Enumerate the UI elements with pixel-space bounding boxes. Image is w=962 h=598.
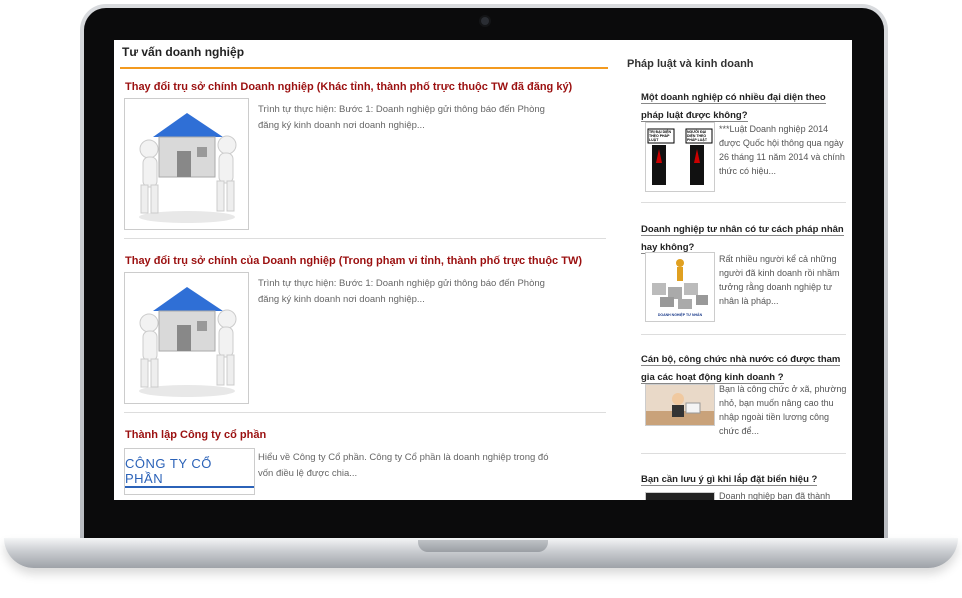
article-summary: Trình tự thực hiện: Bước 1: Doanh nghiệp…: [258, 278, 545, 305]
officials-business-image[interactable]: [645, 384, 715, 426]
sidebar-item-title[interactable]: Doanh nghiệp tư nhân có tư cách pháp nhâ…: [641, 224, 844, 254]
sidebar-item: Bạn cần lưu ý gì khi lắp đặt biển hiệu ?: [641, 469, 846, 487]
sidebar-item-summary: Doanh nghiệp bạn đã thành: [719, 491, 831, 500]
camera-icon: [481, 17, 489, 25]
puzzle-icon: [646, 253, 714, 321]
right-sidebar: Pháp luật và kinh doanh Một doanh nghiệp…: [619, 40, 852, 500]
article-title[interactable]: Thay đổi trụ sở chính Doanh nghiệp (Khác…: [125, 81, 572, 93]
sidebar-item-title[interactable]: Một doanh nghiệp có nhiều đại diện theo …: [641, 92, 826, 122]
sidebar-item-summary: Rất nhiều người kể cả những người đã kin…: [719, 254, 840, 306]
article-summary: Trình tự thực hiện: Bước 1: Doanh nghiệp…: [258, 104, 545, 131]
sidebar-divider: [641, 334, 846, 335]
sidebar-title: Pháp luật và kinh doanh: [627, 58, 754, 70]
article-summary: Hiểu về Công ty Cổ phần. Công ty Cổ phần…: [258, 452, 549, 479]
signboard-image[interactable]: [645, 492, 715, 500]
representatives-label-right: NGƯỜI ĐẠI DIỆN THEO PHÁP LUẬT: [687, 130, 707, 142]
private-enterprise-caption: DOANH NGHIỆP TƯ NHÂN: [657, 313, 703, 317]
house-movers-icon: [125, 273, 248, 403]
private-enterprise-image[interactable]: DOANH NGHIỆP TƯ NHÂN: [645, 252, 715, 322]
house-movers-image[interactable]: [124, 272, 249, 404]
sidebar-item: Một doanh nghiệp có nhiều đại diện theo …: [641, 87, 846, 123]
sidebar-item: Doanh nghiệp tư nhân có tư cách pháp nhâ…: [641, 219, 846, 255]
section-rule: [120, 67, 608, 69]
screen: Tư vấn doanh nghiệp Thay đổi trụ sở chín…: [114, 40, 852, 500]
laptop-notch: [418, 540, 548, 552]
sidebar-item-title[interactable]: Cán bộ, công chức nhà nước có được tham …: [641, 354, 841, 384]
section-title: Tư vấn doanh nghiệp: [122, 45, 245, 59]
house-movers-icon: [125, 99, 248, 229]
sidebar-item-title[interactable]: Bạn cần lưu ý gì khi lắp đặt biển hiệu ?: [641, 474, 818, 486]
company-image[interactable]: CÔNG TY CỔ PHẦN: [124, 448, 255, 495]
sidebar-divider: [641, 202, 846, 203]
article-title[interactable]: Thay đổi trụ sở chính của Doanh nghiệp (…: [125, 255, 582, 267]
representatives-label-left: TRỊ ĐẠI DIỆN THEO PHÁP LUẬT: [649, 130, 671, 142]
article-divider: [124, 412, 606, 413]
article-title[interactable]: Thành lập Công ty cổ phần: [125, 429, 266, 441]
office-worker-icon: [646, 385, 714, 425]
sidebar-divider: [641, 453, 846, 454]
company-image-text: CÔNG TY CỔ PHẦN: [125, 456, 254, 488]
representatives-image[interactable]: TRỊ ĐẠI DIỆN THEO PHÁP LUẬT NGƯỜI ĐẠI DI…: [645, 122, 715, 192]
sidebar-item: Cán bộ, công chức nhà nước có được tham …: [641, 349, 846, 385]
article-divider: [124, 238, 606, 239]
house-movers-image[interactable]: [124, 98, 249, 230]
sidebar-item-summary: Bạn là công chức ở xã, phường nhỏ, bạn m…: [719, 384, 847, 436]
sidebar-item-summary: ***Luật Doanh nghiệp 2014 được Quốc hội …: [719, 124, 845, 176]
